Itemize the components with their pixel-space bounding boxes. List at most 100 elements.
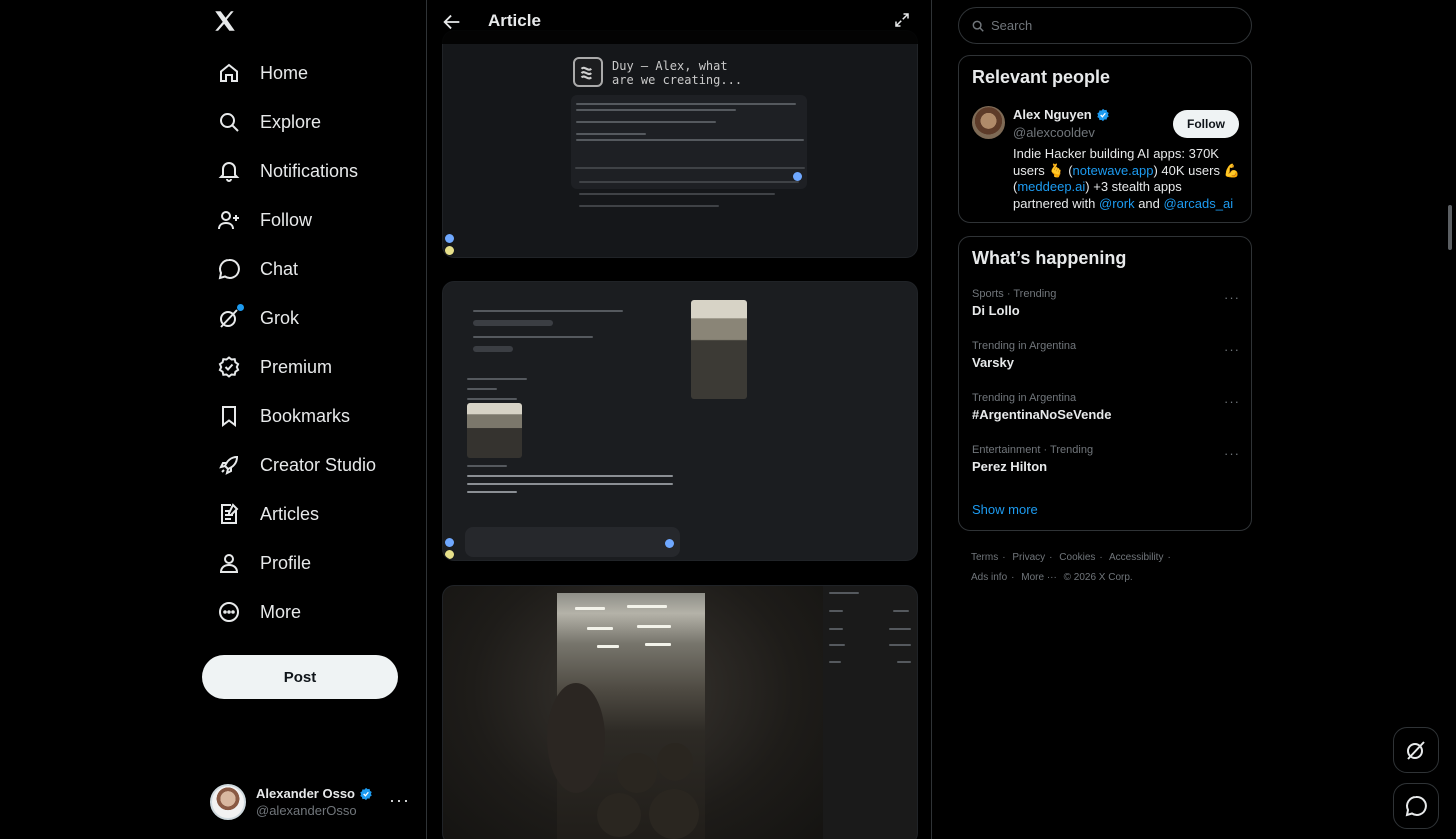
article-image-2[interactable] xyxy=(442,281,918,561)
ceiling-light xyxy=(627,605,667,608)
footer-link[interactable]: Terms xyxy=(971,552,998,563)
send-dot xyxy=(665,539,674,548)
trend-item[interactable]: Sports · Trending Di Lollo ··· xyxy=(972,288,1242,318)
nav-articles-label: Articles xyxy=(260,503,320,524)
article-image-1[interactable]: Duy – Alex, what are we creating... xyxy=(442,30,918,258)
text-line xyxy=(467,465,507,467)
more-dots-icon[interactable]: ··· xyxy=(1224,342,1240,357)
trend-item[interactable]: Trending in Argentina #ArgentinaNoSeVend… xyxy=(972,392,1242,422)
video-thumbnail xyxy=(467,403,522,458)
rocket-icon xyxy=(216,452,242,478)
back-arrow-icon[interactable] xyxy=(441,11,463,33)
trend-item[interactable]: Trending in Argentina Varsky ··· xyxy=(972,340,1242,370)
text-line xyxy=(829,661,841,663)
text-line xyxy=(893,610,909,612)
expand-icon[interactable] xyxy=(893,11,913,31)
chat-bubble-icon xyxy=(1405,795,1427,817)
nav-grok[interactable]: Grok xyxy=(210,297,305,339)
article-image-3[interactable] xyxy=(442,585,918,839)
trend-context: Trending in Argentina xyxy=(972,392,1077,404)
ceiling-light xyxy=(645,643,671,646)
nav-creator-studio[interactable]: Creator Studio xyxy=(210,444,382,486)
person-avatar[interactable] xyxy=(972,106,1005,139)
person-name: Alex Nguyen xyxy=(1013,107,1092,122)
chat-bubble-icon xyxy=(216,256,242,282)
trend-name: #ArgentinaNoSeVende xyxy=(972,407,1112,422)
text-line xyxy=(576,109,736,111)
bio-link[interactable]: @rork xyxy=(1099,196,1135,211)
status-dot xyxy=(445,246,454,255)
account-switcher[interactable]: Alexander Osso @alexanderOsso ··· xyxy=(210,780,416,824)
grok-fab-button[interactable] xyxy=(1393,727,1439,773)
post-button[interactable]: Post xyxy=(202,655,398,699)
nav-follow-label: Follow xyxy=(260,209,313,230)
text-line xyxy=(889,644,911,646)
nav-explore[interactable]: Explore xyxy=(210,101,327,143)
trend-name: Varsky xyxy=(972,355,1014,370)
app-root: Home Explore Notifications Follow Chat G… xyxy=(0,0,1456,839)
nav-chat[interactable]: Chat xyxy=(210,248,304,290)
x-logo-icon[interactable] xyxy=(212,8,240,38)
show-more-link[interactable]: Show more xyxy=(972,502,1038,517)
text-line xyxy=(579,205,719,207)
search-icon xyxy=(216,109,242,135)
search-input[interactable] xyxy=(991,18,1231,33)
footer-link[interactable]: Accessibility xyxy=(1109,552,1163,563)
bio-link[interactable]: meddeep.ai xyxy=(1017,179,1085,194)
search-bar[interactable] xyxy=(958,7,1252,44)
bio-link[interactable]: notewave.app xyxy=(1073,163,1154,178)
nav-profile[interactable]: Profile xyxy=(210,542,317,584)
nav-bookmarks[interactable]: Bookmarks xyxy=(210,395,356,437)
verified-check-icon xyxy=(360,787,372,800)
footer-link[interactable]: More ··· xyxy=(1021,572,1057,583)
column-divider xyxy=(931,0,932,839)
nav-home-label: Home xyxy=(260,62,309,83)
verified-badge-icon xyxy=(216,354,242,380)
ceiling-light xyxy=(637,625,671,628)
ceiling-light xyxy=(597,645,619,648)
bio-link[interactable]: @arcads_ai xyxy=(1164,196,1234,211)
text-line xyxy=(576,121,716,123)
footer-link[interactable]: Privacy xyxy=(1012,552,1045,563)
more-dots-icon[interactable]: ··· xyxy=(389,790,410,811)
trend-context: Sports · Trending xyxy=(972,288,1057,300)
nav-follow[interactable]: Follow xyxy=(210,199,318,241)
more-dots-icon[interactable]: ··· xyxy=(1224,394,1240,409)
text-line xyxy=(467,388,497,390)
chip xyxy=(473,346,513,352)
image-card xyxy=(571,95,807,189)
nav-home[interactable]: Home xyxy=(210,52,314,94)
footer-link[interactable]: Ads info xyxy=(971,572,1007,583)
text-line xyxy=(576,133,646,135)
nav-more[interactable]: More xyxy=(210,591,307,633)
text-line xyxy=(829,610,843,612)
chip xyxy=(473,320,553,326)
text-line xyxy=(579,193,775,195)
text-line xyxy=(576,103,796,105)
footer-link[interactable]: Cookies xyxy=(1059,552,1095,563)
classroom-video-frame xyxy=(547,593,705,839)
trend-context: Trending in Argentina xyxy=(972,340,1077,352)
student-head xyxy=(657,743,693,781)
whats-happening-card: What’s happening Sports · Trending Di Lo… xyxy=(958,236,1252,531)
bookmark-icon xyxy=(216,403,242,429)
trend-item[interactable]: Entertainment · Trending Perez Hilton ··… xyxy=(972,444,1242,474)
left-sidebar: Home Explore Notifications Follow Chat G… xyxy=(200,0,426,839)
nav-notifications-label: Notifications xyxy=(260,160,359,181)
nav-articles[interactable]: Articles xyxy=(210,493,325,535)
nav-notifications[interactable]: Notifications xyxy=(210,150,364,192)
search-icon xyxy=(972,20,984,32)
more-dots-icon[interactable]: ··· xyxy=(1224,290,1240,305)
follow-button[interactable]: Follow xyxy=(1173,110,1239,138)
nav-premium[interactable]: Premium xyxy=(210,346,338,388)
person-name-row[interactable]: Alex Nguyen xyxy=(1013,107,1110,122)
send-dot xyxy=(793,172,802,181)
nav-premium-label: Premium xyxy=(260,356,333,377)
scrollbar-thumb[interactable] xyxy=(1448,205,1452,250)
more-dots-icon[interactable]: ··· xyxy=(1224,446,1240,461)
bell-icon xyxy=(216,158,242,184)
bio-text: and xyxy=(1134,195,1164,211)
person-handle: @alexcooldev xyxy=(1013,125,1095,140)
messages-fab-button[interactable] xyxy=(1393,783,1439,829)
composer-box xyxy=(465,527,680,557)
